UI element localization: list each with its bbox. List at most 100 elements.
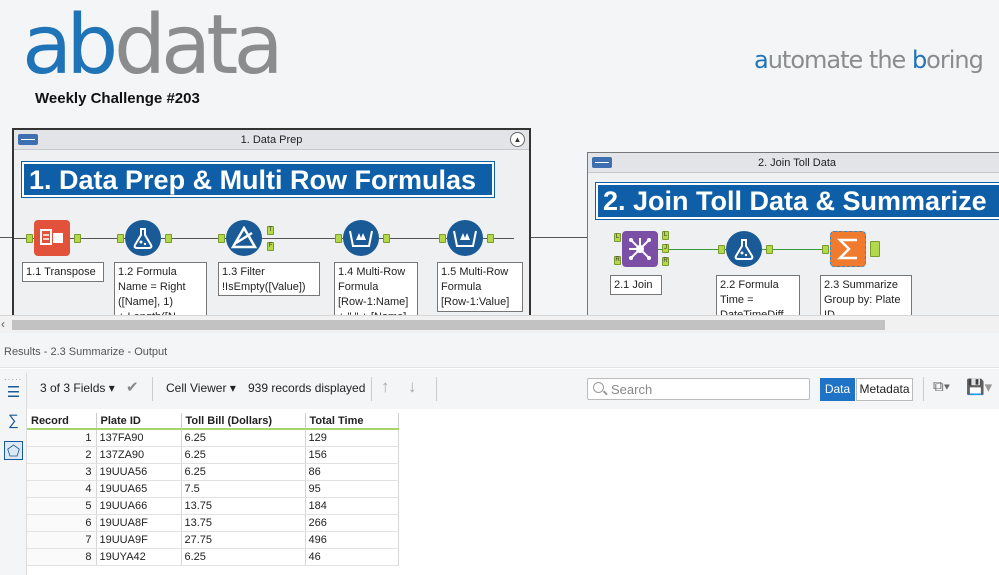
search-placeholder: Search <box>611 382 653 397</box>
records-count: 939 records displayed <box>248 381 366 395</box>
column-header-record[interactable]: Record <box>27 413 97 430</box>
table-row[interactable]: 4 19UUA65 7.5 95 <box>27 480 399 498</box>
fields-dropdown[interactable]: 3 of 3 Fields ▾ <box>40 381 115 395</box>
tool-summarize[interactable] <box>830 231 868 269</box>
tool-annotation: 1.5 Multi-Row Formula [Row-1:Value] <box>437 262 523 312</box>
copy-icon[interactable]: ⧉▾ <box>933 378 950 395</box>
summarize-icon[interactable]: ∑ <box>4 411 23 430</box>
left-output-anchor[interactable]: L <box>662 231 669 240</box>
tool-annotation: 1.4 Multi-Row Formula [Row-1:Name] + " "… <box>334 262 418 315</box>
tool-annotation: 1.1 Transpose <box>22 262 104 282</box>
tool-transpose[interactable] <box>34 220 72 258</box>
tool-filter[interactable] <box>226 220 264 258</box>
input-anchor[interactable] <box>26 234 33 243</box>
cell-viewer-dropdown[interactable]: Cell Viewer ▾ <box>166 381 236 395</box>
results-toolbar: 3 of 3 Fields ▾ ✔ Cell Viewer ▾ 939 reco… <box>0 369 999 409</box>
column-header-plate-id[interactable]: Plate ID <box>96 413 182 430</box>
multi-row-formula-icon <box>343 220 379 256</box>
results-table: Record Plate ID Toll Bill (Dollars) Tota… <box>27 413 399 566</box>
container-icon <box>18 134 38 145</box>
checkmark-icon[interactable]: ✔ <box>126 378 139 396</box>
table-row[interactable]: 8 19UYA42 6.25 46 <box>27 548 399 566</box>
table-row[interactable]: 5 19UUA66 13.75 184 <box>27 497 399 515</box>
divider <box>371 377 372 401</box>
input-anchor[interactable] <box>718 245 725 254</box>
table-row[interactable]: 6 19UUA8F 13.75 266 <box>27 514 399 532</box>
section-banner: 2. Join Toll Data & Summarize <box>595 182 999 220</box>
input-anchor[interactable] <box>218 234 225 243</box>
divider <box>923 377 924 401</box>
container-title: 1. Data Prep <box>240 134 303 146</box>
join-output-anchor[interactable]: J <box>662 244 669 253</box>
left-input-anchor[interactable]: L <box>614 233 621 242</box>
challenge-title: Weekly Challenge #203 <box>35 90 200 107</box>
formula-icon <box>726 231 762 267</box>
input-anchor[interactable] <box>335 234 342 243</box>
multi-row-formula-icon <box>447 220 483 256</box>
container-join-toll-data[interactable]: 2. Join Toll Data 2. Join Toll Data & Su… <box>587 152 999 315</box>
output-anchor[interactable] <box>165 234 172 243</box>
output-anchor[interactable] <box>766 245 773 254</box>
collapse-icon[interactable]: ▲ <box>510 132 525 147</box>
true-anchor[interactable]: T <box>267 226 274 235</box>
divider <box>436 377 437 401</box>
search-input[interactable]: Search <box>587 378 810 400</box>
table-view-icon[interactable]: ☰ <box>4 383 23 402</box>
output-anchor[interactable] <box>74 234 81 243</box>
filter-icon <box>226 220 262 256</box>
input-anchor[interactable] <box>117 234 124 243</box>
tool-annotation: 1.3 Filter !IsEmpty([Value]) <box>218 262 320 296</box>
column-header-toll-bill[interactable]: Toll Bill (Dollars) <box>181 413 306 430</box>
scrollbar-thumb[interactable] <box>12 320 885 330</box>
results-pane: Results - 2.3 Summarize - Output 3 of 3 … <box>0 333 999 575</box>
output-anchor-icon[interactable]: ⬠ <box>4 441 23 460</box>
summarize-icon <box>830 231 866 267</box>
logo-ab: ab <box>22 0 118 93</box>
container-title: 2. Join Toll Data <box>757 157 837 169</box>
tool-multi-row-formula[interactable] <box>447 220 485 258</box>
input-anchor[interactable] <box>439 234 446 243</box>
join-icon <box>622 231 658 267</box>
metadata-view-button[interactable]: Metadata <box>856 378 913 401</box>
false-anchor[interactable]: F <box>267 242 274 251</box>
search-icon <box>593 382 604 393</box>
canvas-horizontal-scrollbar[interactable]: ‹ <box>0 315 999 333</box>
formula-icon <box>125 220 161 256</box>
workflow-canvas[interactable]: ab data Weekly Challenge #203 automate t… <box>0 0 999 315</box>
right-input-anchor[interactable]: R <box>614 256 621 265</box>
transpose-icon <box>34 220 70 256</box>
output-anchor[interactable] <box>383 234 390 243</box>
tool-formula[interactable] <box>125 220 163 258</box>
table-header-row: Record Plate ID Toll Bill (Dollars) Tota… <box>27 413 399 430</box>
container-icon <box>592 157 612 168</box>
tool-annotation: 2.3 Summarize Group by: Plate ID... <box>820 275 912 315</box>
container-header[interactable]: 1. Data Prep ▲ <box>14 130 529 150</box>
right-output-anchor[interactable]: R <box>662 257 669 266</box>
table-row[interactable]: 3 19UUA56 6.25 86 <box>27 463 399 481</box>
arrow-down-icon[interactable]: ↓ <box>408 377 417 397</box>
section-banner: 1. Data Prep & Multi Row Formulas <box>21 161 495 198</box>
data-view-button[interactable]: Data <box>820 378 855 401</box>
logo-data: data <box>114 0 284 93</box>
table-row[interactable]: 1 137FA90 6.25 129 <box>27 429 399 447</box>
output-anchor[interactable] <box>870 241 880 257</box>
tool-annotation: 1.2 Formula Name = Right ([Name], 1) + L… <box>114 262 207 315</box>
table-row[interactable]: 2 137ZA90 6.25 156 <box>27 446 399 464</box>
input-anchor[interactable] <box>822 245 829 254</box>
tool-annotation: 2.1 Join <box>610 275 662 295</box>
save-icon[interactable]: 💾▾ <box>966 378 992 396</box>
chevron-down-icon: ▾ <box>108 381 115 395</box>
container-header[interactable]: 2. Join Toll Data <box>588 153 999 173</box>
tagline: automate the boring <box>754 46 984 74</box>
column-header-total-time[interactable]: Total Time <box>305 413 399 430</box>
output-anchor[interactable] <box>487 234 494 243</box>
divider <box>152 377 153 401</box>
table-row[interactable]: 7 19UUA9F 27.75 496 <box>27 531 399 549</box>
arrow-up-icon[interactable]: ↑ <box>381 377 390 397</box>
tool-multi-row-formula[interactable] <box>343 220 381 258</box>
scroll-left-icon[interactable]: ‹ <box>1 317 5 331</box>
tool-join[interactable] <box>622 231 660 269</box>
chevron-down-icon: ▾ <box>229 381 236 395</box>
container-data-prep[interactable]: 1. Data Prep ▲ 1. Data Prep & Multi Row … <box>12 128 531 315</box>
tool-formula[interactable] <box>726 231 764 269</box>
